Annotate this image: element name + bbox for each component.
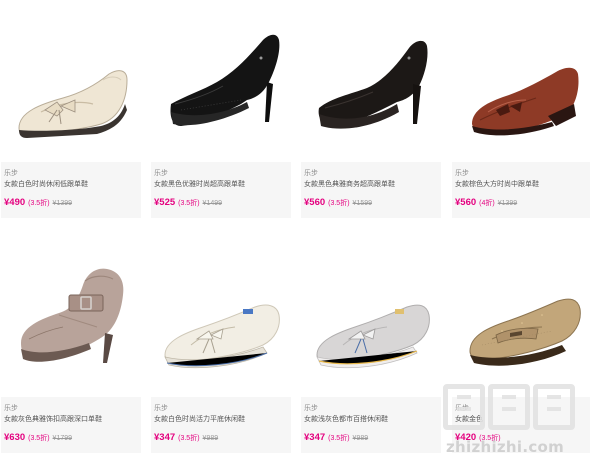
product-original-price: ¥989 [202, 435, 219, 442]
product-title[interactable]: 女款浅灰色都市百搭休闲鞋 [304, 414, 441, 425]
product-image[interactable] [1, 235, 141, 393]
product-title[interactable]: 女款金色 [455, 414, 590, 425]
product-card[interactable]: 乐步 女款浅灰色都市百搭休闲鞋 ¥347 (3.5折) ¥989 [301, 235, 441, 453]
price-row: ¥490 (3.5折) ¥1399 [4, 194, 141, 210]
product-info: 乐步 女款浅灰色都市百搭休闲鞋 ¥347 (3.5折) ¥989 [301, 397, 441, 453]
gold-penny-loafer-icon [469, 298, 581, 366]
price-row: ¥525 (3.5折) ¥1499 [154, 194, 291, 210]
product-discount: (3.5折) [178, 435, 200, 442]
product-brand: 乐步 [4, 170, 18, 177]
product-price: ¥490 [4, 197, 26, 208]
product-title[interactable]: 女款白色时尚活力平底休闲鞋 [154, 414, 291, 425]
product-info: 乐步 女款黑色典雅商务超高跟单鞋 ¥560 (3.5折) ¥1599 [301, 162, 441, 218]
product-image[interactable] [1, 0, 141, 158]
taupe-buckle-bootie-icon [21, 268, 124, 363]
product-card[interactable]: 乐步 女款棕色大方时尚中跟单鞋 ¥560 (4折) ¥1399 [452, 0, 590, 218]
product-discount: (3.5折) [178, 200, 200, 207]
product-grid: 乐步 女款白色时尚休闲低跟单鞋 ¥490 (3.5折) ¥1399 乐步 女款黑色优… [0, 0, 590, 466]
product-price: ¥420 [455, 432, 477, 443]
product-brand: 乐步 [304, 170, 318, 177]
product-price: ¥560 [304, 197, 326, 208]
price-row: ¥420 (3.5折) [455, 429, 590, 445]
price-row: ¥560 (3.5折) ¥1599 [304, 194, 441, 210]
product-price: ¥630 [4, 432, 26, 443]
product-original-price: ¥1499 [202, 200, 223, 207]
white-boat-shoe-icon [164, 304, 280, 369]
product-price: ¥525 [154, 197, 176, 208]
product-price: ¥347 [154, 432, 176, 443]
product-price: ¥560 [455, 197, 477, 208]
product-discount: (3.5折) [479, 435, 501, 442]
price-row: ¥347 (3.5折) ¥989 [304, 429, 441, 445]
product-image[interactable] [301, 0, 441, 158]
product-info: 乐步 女款白色时尚活力平底休闲鞋 ¥347 (3.5折) ¥989 [151, 397, 291, 453]
product-original-price: ¥1799 [52, 435, 73, 442]
product-brand: 乐步 [154, 405, 168, 412]
product-original-price: ¥1599 [352, 200, 373, 207]
product-price: ¥347 [304, 432, 326, 443]
cream-flat-loafer-icon [18, 70, 128, 138]
product-original-price: ¥989 [352, 435, 369, 442]
product-image[interactable] [452, 235, 590, 393]
product-image[interactable] [151, 235, 291, 393]
product-card[interactable]: 乐步 女款灰色典雅饰扣高跟深口单鞋 ¥630 (3.5折) ¥1799 [1, 235, 141, 453]
product-card[interactable]: 乐步 女款白色时尚休闲低跟单鞋 ¥490 (3.5折) ¥1399 [1, 0, 141, 218]
product-info: 乐步 女款白色时尚休闲低跟单鞋 ¥490 (3.5折) ¥1399 [1, 162, 141, 218]
product-info: 乐步 女款黑色优雅时尚超高跟单鞋 ¥525 (3.5折) ¥1499 [151, 162, 291, 218]
price-row: ¥347 (3.5折) ¥989 [154, 429, 291, 445]
product-original-price: ¥1399 [52, 200, 73, 207]
brown-wedge-pump-icon [472, 67, 579, 136]
product-info: 乐步 女款灰色典雅饰扣高跟深口单鞋 ¥630 (3.5折) ¥1799 [1, 397, 141, 453]
product-title[interactable]: 女款灰色典雅饰扣高跟深口单鞋 [4, 414, 141, 425]
product-discount: (4折) [479, 200, 495, 207]
product-card[interactable]: 乐步 女款白色时尚活力平底休闲鞋 ¥347 (3.5折) ¥989 [151, 235, 291, 453]
product-brand: 乐步 [455, 405, 469, 412]
product-info: 乐步 女款棕色大方时尚中跟单鞋 ¥560 (4折) ¥1399 [452, 162, 590, 218]
product-brand: 乐步 [4, 405, 18, 412]
product-brand: 乐步 [154, 170, 168, 177]
gray-boat-shoe-icon [316, 304, 430, 369]
product-title[interactable]: 女款黑色典雅商务超高跟单鞋 [304, 179, 441, 190]
product-original-price: ¥1399 [497, 200, 518, 207]
product-card[interactable]: 乐步 女款金色 ¥420 (3.5折) [452, 235, 590, 453]
price-row: ¥560 (4折) ¥1399 [455, 194, 590, 210]
product-discount: (3.5折) [28, 200, 50, 207]
product-card[interactable]: 乐步 女款黑色优雅时尚超高跟单鞋 ¥525 (3.5折) ¥1499 [151, 0, 291, 218]
product-image[interactable] [301, 235, 441, 393]
product-image[interactable] [151, 0, 291, 158]
price-row: ¥630 (3.5折) ¥1799 [4, 429, 141, 445]
product-title[interactable]: 女款黑色优雅时尚超高跟单鞋 [154, 179, 291, 190]
product-title[interactable]: 女款白色时尚休闲低跟单鞋 [4, 179, 141, 190]
product-title[interactable]: 女款棕色大方时尚中跟单鞋 [455, 179, 590, 190]
product-image[interactable] [452, 0, 590, 158]
black-platform-pump-icon [318, 40, 428, 129]
product-brand: 乐步 [455, 170, 469, 177]
product-discount: (3.5折) [28, 435, 50, 442]
product-discount: (3.5折) [328, 200, 350, 207]
black-stiletto-pump-icon [170, 34, 280, 126]
product-info: 乐步 女款金色 ¥420 (3.5折) [452, 397, 590, 453]
product-brand: 乐步 [304, 405, 318, 412]
product-card[interactable]: 乐步 女款黑色典雅商务超高跟单鞋 ¥560 (3.5折) ¥1599 [301, 0, 441, 218]
product-discount: (3.5折) [328, 435, 350, 442]
